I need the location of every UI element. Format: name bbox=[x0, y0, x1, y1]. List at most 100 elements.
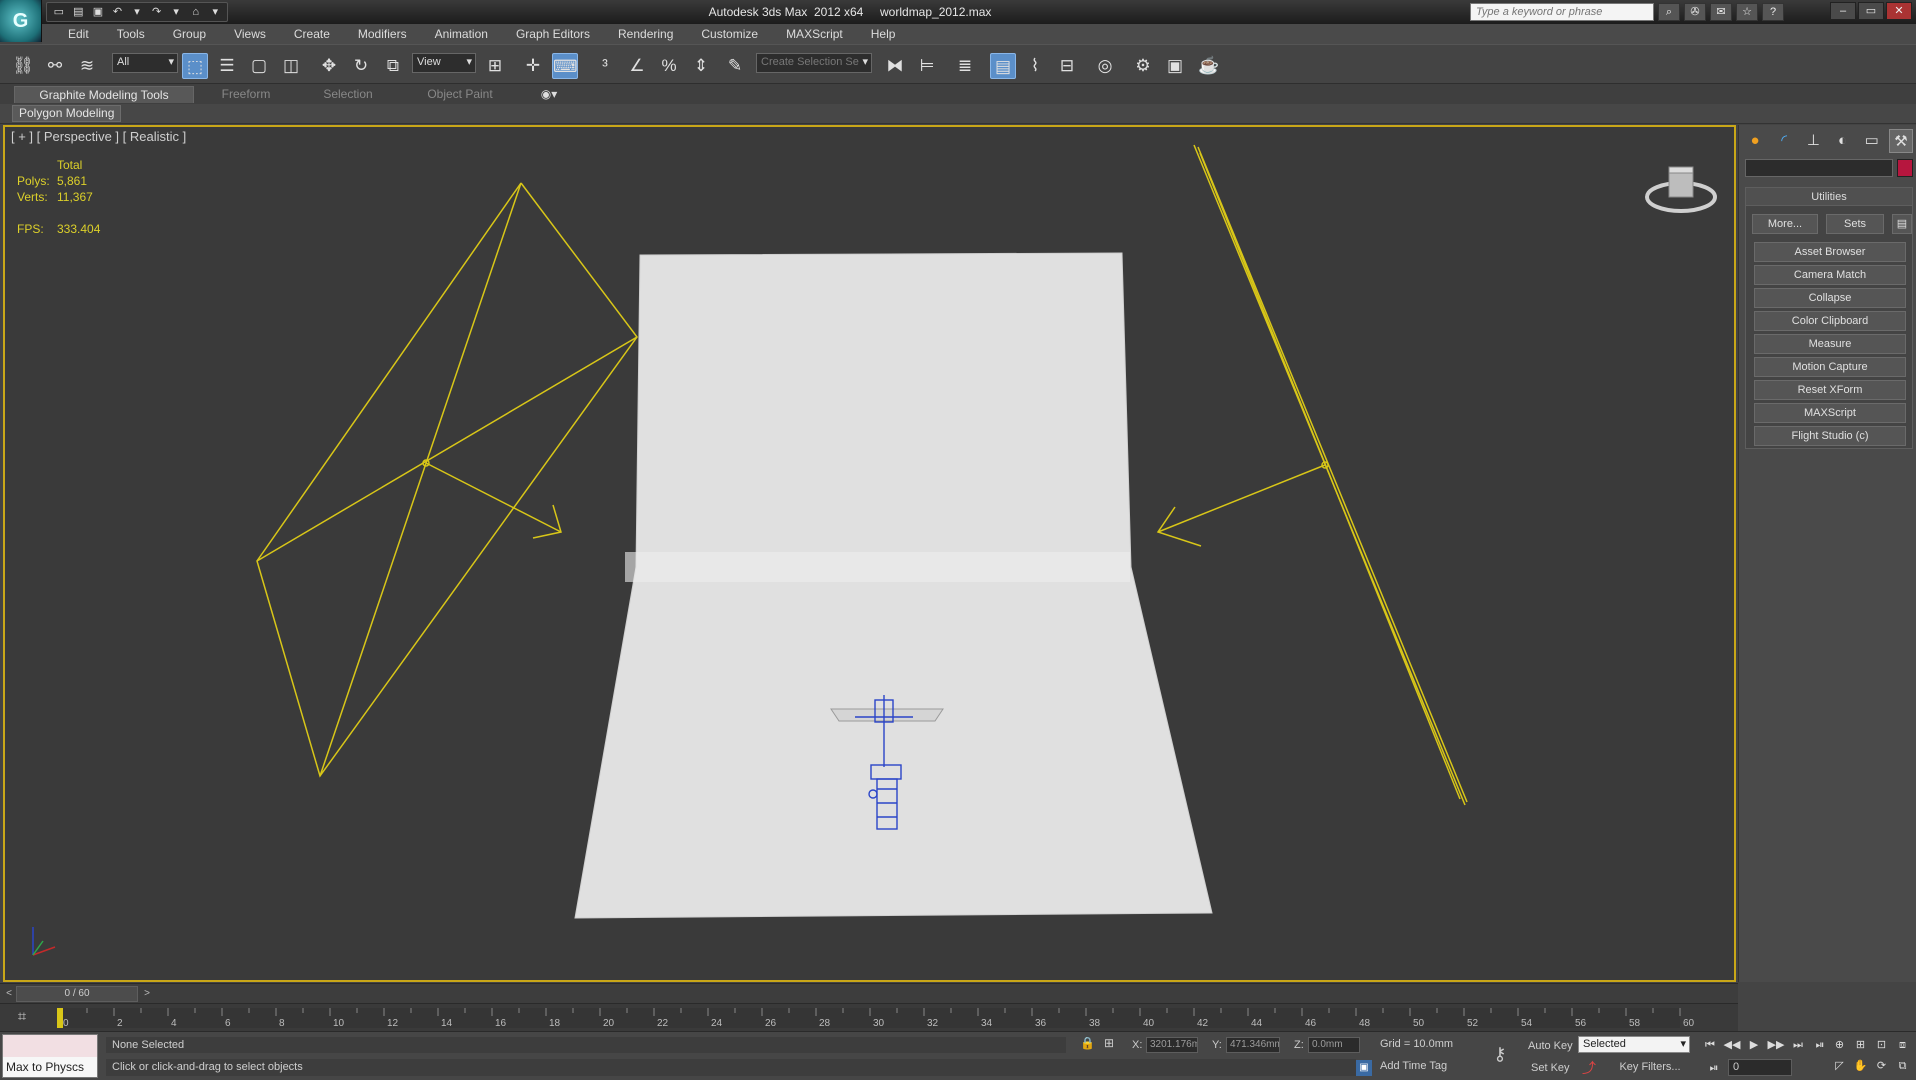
menu-animation[interactable]: Animation bbox=[421, 27, 502, 41]
binoculars-icon[interactable]: ⌕ bbox=[1658, 3, 1680, 21]
menu-help[interactable]: Help bbox=[857, 27, 910, 41]
selection-lock-icon[interactable]: 🔒 bbox=[1080, 1036, 1096, 1052]
add-time-tag-button[interactable]: Add Time Tag bbox=[1380, 1060, 1447, 1072]
unlink-selection-icon[interactable]: ⚯ bbox=[42, 53, 68, 79]
mirror-icon[interactable]: ⧓ bbox=[882, 53, 908, 79]
schematic-view-icon[interactable]: ⊟ bbox=[1054, 53, 1080, 79]
keyboard-shortcut-override-icon[interactable]: ⌨ bbox=[552, 53, 578, 79]
more-button[interactable]: More... bbox=[1752, 214, 1818, 234]
help-icon[interactable]: ? bbox=[1762, 3, 1784, 21]
sets-button[interactable]: Sets bbox=[1826, 214, 1884, 234]
left-light-wireframe[interactable] bbox=[256, 182, 638, 778]
zoom-all-icon[interactable]: ⊞ bbox=[1851, 1036, 1870, 1055]
maximize-viewport-icon[interactable]: ⧉ bbox=[1893, 1057, 1912, 1076]
render-production-icon[interactable]: ☕ bbox=[1196, 53, 1222, 79]
go-to-end-icon[interactable]: ⏭ bbox=[1788, 1036, 1808, 1054]
display-tab-icon[interactable]: ▭ bbox=[1860, 129, 1884, 153]
create-tab-icon[interactable]: ● bbox=[1743, 129, 1767, 153]
rendered-frame-window-icon[interactable]: ▣ bbox=[1162, 53, 1188, 79]
orbit-icon[interactable]: ⟳ bbox=[1872, 1057, 1891, 1076]
maxscript-listener-output[interactable] bbox=[3, 1035, 97, 1057]
tab-object-paint[interactable]: Object Paint bbox=[412, 86, 508, 103]
select-object-icon[interactable]: ⬚ bbox=[182, 53, 208, 79]
previous-frame-icon[interactable]: ◀◀ bbox=[1722, 1036, 1742, 1054]
rectangular-selection-icon[interactable]: ▢ bbox=[246, 53, 272, 79]
set-keys-key-icon[interactable]: ⚷ bbox=[1486, 1044, 1514, 1066]
viewcube-icon[interactable] bbox=[1644, 159, 1718, 219]
redo-icon[interactable]: ↷ bbox=[149, 5, 165, 19]
tab-selection[interactable]: Selection bbox=[308, 86, 388, 103]
snaps-toggle-icon[interactable]: ³ bbox=[592, 53, 618, 79]
modify-tab-icon[interactable]: ◜ bbox=[1772, 129, 1796, 153]
object-name-field[interactable] bbox=[1745, 159, 1893, 177]
tools-icon[interactable]: ✇ bbox=[1684, 3, 1706, 21]
motion-capture-button[interactable]: Motion Capture bbox=[1754, 357, 1906, 377]
time-slider-prev-icon[interactable]: < bbox=[2, 986, 16, 1002]
x-coord-field[interactable]: 3201.176m bbox=[1146, 1037, 1198, 1053]
window-crossing-icon[interactable]: ◫ bbox=[278, 53, 304, 79]
customize-quick-access-icon[interactable]: ▾ bbox=[208, 5, 224, 19]
undo-icon[interactable]: ↶ bbox=[110, 5, 126, 19]
field-of-view-icon[interactable]: ◸ bbox=[1830, 1057, 1849, 1076]
collapse-button[interactable]: Collapse bbox=[1754, 288, 1906, 308]
current-frame-field[interactable]: 0 bbox=[1728, 1059, 1792, 1076]
angle-snap-icon[interactable]: ∠ bbox=[624, 53, 650, 79]
set-key-button[interactable]: Set Key bbox=[1531, 1062, 1570, 1074]
spinner-snap-icon[interactable]: ⇕ bbox=[688, 53, 714, 79]
flight-studio-button[interactable]: Flight Studio (c) bbox=[1754, 426, 1906, 446]
project-folder-icon[interactable]: ⌂ bbox=[188, 5, 204, 19]
zoom-extents-icon[interactable]: ⊡ bbox=[1872, 1036, 1891, 1055]
undo-dropdown-icon[interactable]: ▾ bbox=[129, 5, 145, 19]
favorites-star-icon[interactable]: ☆ bbox=[1736, 3, 1758, 21]
menu-edit[interactable]: Edit bbox=[54, 27, 103, 41]
redo-dropdown-icon[interactable]: ▾ bbox=[168, 5, 184, 19]
communication-center-icon[interactable]: ✉ bbox=[1710, 3, 1732, 21]
zoom-icon[interactable]: ⊕ bbox=[1830, 1036, 1849, 1055]
track-bar[interactable]: ⌗ 0 2 4 6 8 10 12 14 16 18 20 22 24 26 28 30 32 34 36 38 40 4… bbox=[0, 1003, 1738, 1031]
new-file-icon[interactable]: ▭ bbox=[51, 5, 67, 19]
absolute-mode-icon[interactable]: ⊞ bbox=[1104, 1036, 1120, 1052]
auto-key-button[interactable]: Auto Key bbox=[1528, 1040, 1573, 1052]
maxscript-mini-listener[interactable]: Max to Physcs bbox=[2, 1034, 98, 1078]
zoom-extents-all-icon[interactable]: ⧈ bbox=[1893, 1036, 1912, 1055]
utilities-tab-icon[interactable]: ⚒ bbox=[1888, 129, 1913, 153]
play-icon[interactable]: ▶ bbox=[1744, 1036, 1764, 1054]
key-selection-dropdown[interactable]: Selected bbox=[1578, 1036, 1690, 1053]
tab-freeform[interactable]: Freeform bbox=[206, 86, 286, 103]
go-to-start-icon[interactable]: ⏮ bbox=[1700, 1036, 1720, 1054]
app-logo-button[interactable]: G bbox=[0, 0, 42, 42]
right-light-wireframe[interactable] bbox=[1156, 144, 1468, 806]
time-slider-next-icon[interactable]: > bbox=[140, 986, 154, 1002]
key-filters-button[interactable]: Key Filters... bbox=[1610, 1059, 1690, 1076]
align-icon[interactable]: ⊨ bbox=[914, 53, 940, 79]
render-setup-icon[interactable]: ⚙ bbox=[1130, 53, 1156, 79]
time-tag-icon[interactable]: ▣ bbox=[1356, 1060, 1372, 1076]
viewport-label[interactable]: [ + ] [ Perspective ] [ Realistic ] bbox=[11, 129, 186, 144]
tab-graphite-modeling-tools[interactable]: Graphite Modeling Tools bbox=[14, 86, 194, 103]
menu-group[interactable]: Group bbox=[159, 27, 220, 41]
camera-match-button[interactable]: Camera Match bbox=[1754, 265, 1906, 285]
key-mode-icon[interactable]: ⏯ bbox=[1704, 1059, 1724, 1077]
next-frame-icon[interactable]: ▶▶ bbox=[1766, 1036, 1786, 1054]
y-coord-field[interactable]: 471.346mm bbox=[1226, 1037, 1280, 1053]
maximize-icon[interactable]: ▭ bbox=[1858, 2, 1884, 20]
configure-button-sets-icon[interactable]: ▤ bbox=[1892, 214, 1912, 234]
menu-rendering[interactable]: Rendering bbox=[604, 27, 687, 41]
named-selection-dropdown[interactable]: Create Selection Se bbox=[756, 53, 872, 73]
polygon-modeling-panel[interactable]: Polygon Modeling bbox=[12, 105, 122, 122]
default-in-out-tangent-icon[interactable]: ⤴ bbox=[1582, 1058, 1604, 1076]
selection-filter-dropdown[interactable]: All bbox=[112, 53, 178, 73]
save-file-icon[interactable]: ▣ bbox=[90, 5, 106, 19]
measure-button[interactable]: Measure bbox=[1754, 334, 1906, 354]
z-coord-field[interactable]: 0.0mm bbox=[1308, 1037, 1360, 1053]
menu-maxscript[interactable]: MAXScript bbox=[772, 27, 857, 41]
select-and-manipulate-icon[interactable]: ✛ bbox=[520, 53, 546, 79]
edit-named-selection-icon[interactable]: ✎ bbox=[722, 53, 748, 79]
time-slider[interactable]: < 0 / 60 > bbox=[0, 983, 1738, 1003]
maxscript-listener-input[interactable]: Max to Physcs bbox=[3, 1057, 97, 1077]
menu-tools[interactable]: Tools bbox=[103, 27, 159, 41]
reset-xform-button[interactable]: Reset XForm bbox=[1754, 380, 1906, 400]
color-clipboard-button[interactable]: Color Clipboard bbox=[1754, 311, 1906, 331]
utilities-rollout-title[interactable]: Utilities bbox=[1746, 188, 1912, 206]
pan-view-icon[interactable]: ✋ bbox=[1851, 1057, 1870, 1076]
